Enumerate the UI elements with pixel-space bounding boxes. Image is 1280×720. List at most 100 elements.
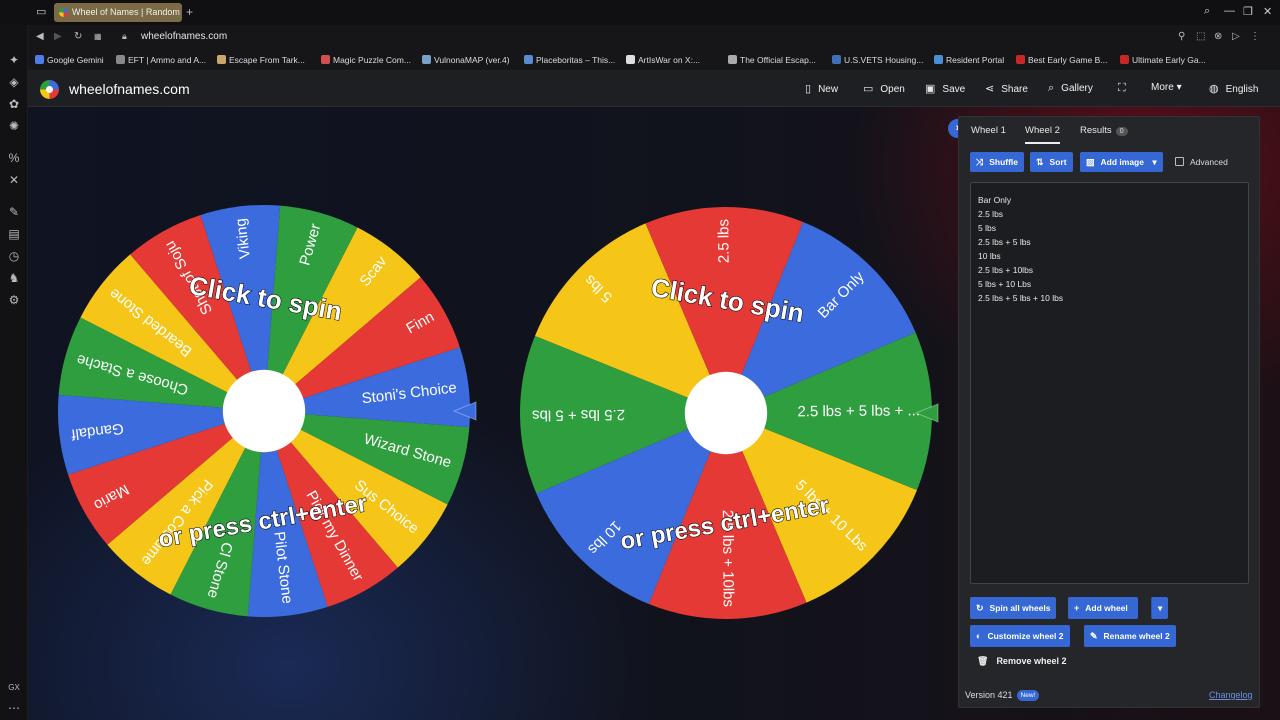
bookmark-item[interactable]: VulnonaMAP (ver.4) (422, 55, 510, 65)
share-button[interactable]: ⋖ Share (985, 82, 1028, 95)
shield-icon[interactable]: ⊗ (1214, 31, 1222, 42)
bookmark-item[interactable]: EFT | Ammo and A... (116, 55, 206, 65)
sort-button[interactable]: ⇅ Sort (1030, 152, 1073, 172)
extension-icon[interactable]: ♞ (6, 270, 22, 286)
split-view-icon[interactable]: ▦ (94, 32, 102, 41)
more-button[interactable]: More ▾ (1151, 82, 1182, 93)
snapshot-icon[interactable]: ⬚ (1196, 31, 1205, 42)
game-icon[interactable]: ✿ (6, 96, 22, 112)
percent-icon[interactable]: % (6, 150, 22, 166)
share-icon: ⋖ (985, 83, 995, 95)
tab-wheel-1[interactable]: Wheel 1 (971, 125, 1006, 136)
browser-tab-strip: ▭ Wheel of Names | Random + ⌕ — ❐ ✕ (0, 0, 1280, 25)
site-logo-icon[interactable] (40, 80, 59, 99)
tab-results[interactable]: Results 0 (1080, 125, 1128, 136)
entry-line: 5 lbs (978, 223, 996, 233)
bookmark-favicon-icon (832, 55, 841, 64)
brush-icon[interactable]: ✎ (6, 204, 22, 220)
entry-line: 5 lbs + 10 Lbs (978, 279, 1032, 289)
clock-icon[interactable]: ◷ (6, 248, 22, 264)
open-button[interactable]: ▭ Open (863, 82, 905, 95)
globe-icon: ◍ (1209, 83, 1219, 95)
bookmark-label: Resident Portal (946, 55, 1005, 65)
language-label: English (1225, 84, 1259, 95)
bookmark-item[interactable]: Escape From Tark... (217, 55, 305, 65)
settings-icon[interactable]: ⚙ (6, 292, 22, 308)
reload-icon[interactable]: ↻ (74, 31, 82, 42)
bookmark-item[interactable]: Placeboritas – This... (524, 55, 615, 65)
save-icon: ▣ (925, 83, 936, 95)
bookmark-item[interactable]: Magic Puzzle Com... (321, 55, 411, 65)
folder-icon: ▭ (863, 83, 874, 95)
save-label: Save (942, 84, 966, 95)
ai-icon[interactable]: ✺ (6, 118, 22, 134)
bookmark-item[interactable]: Resident Portal (934, 55, 1004, 65)
bookmark-favicon-icon (321, 55, 330, 64)
bookmark-item[interactable]: Google Gemini (35, 55, 104, 65)
minimize-icon[interactable]: — (1224, 5, 1235, 17)
entry-line: 2.5 lbs + 5 lbs + 10 lbs (978, 293, 1064, 303)
rename-label: Rename wheel 2 (1103, 631, 1170, 641)
close-window-icon[interactable]: ✕ (1263, 5, 1272, 18)
bookmark-label: Placeboritas – This... (536, 55, 616, 65)
gallery-button[interactable]: ⌕ Gallery (1048, 82, 1093, 95)
entries-textarea[interactable]: Bar Only 2.5 lbs 5 lbs 2.5 lbs + 5 lbs 1… (970, 182, 1249, 584)
forward-icon[interactable]: ▶ (54, 31, 62, 42)
fullscreen-button[interactable]: ⛶ (1118, 82, 1133, 95)
changelog-link[interactable]: Changelog (1209, 690, 1253, 700)
bookmark-item[interactable]: Best Early Game B... (1016, 55, 1107, 65)
fullscreen-icon: ⛶ (1118, 82, 1126, 94)
bookmark-favicon-icon (116, 55, 125, 64)
pencil-icon: ✎ (1090, 631, 1098, 641)
wheel-svg[interactable]: Bar Only2.5 lbs + 5 lbs + ...5 lbs + 10 … (520, 207, 939, 619)
customize-wheel-button[interactable]: ◐ Customize wheel 2 (970, 625, 1070, 647)
x-twitter-icon[interactable]: ✕ (6, 172, 22, 188)
aria-icon[interactable]: ✦ (6, 52, 22, 68)
wheel-center-hub (684, 371, 768, 455)
add-wheel-dropdown[interactable]: ▾ (1151, 597, 1168, 619)
add-image-button[interactable]: ▨ Add image ▾ (1080, 152, 1163, 172)
more-icon[interactable]: ⋯ (6, 700, 22, 716)
advanced-checkbox[interactable]: Advanced (1175, 157, 1228, 167)
crypto-wallet-icon[interactable]: ◈ (6, 74, 22, 90)
site-name[interactable]: wheelofnames.com (69, 81, 190, 97)
new-badge: New! (1016, 690, 1040, 701)
new-tab-icon[interactable]: + (186, 5, 193, 19)
add-wheel-button[interactable]: + Add wheel (1068, 597, 1138, 619)
extensions-icon[interactable]: ⋮ (1250, 31, 1260, 42)
browser-tab-active[interactable]: Wheel of Names | Random (54, 3, 182, 22)
bookmark-item[interactable]: ArtIsWar on X:... (626, 55, 700, 65)
search-tabs-icon[interactable]: ⌕ (1204, 5, 1210, 18)
save-button[interactable]: ▣ Save (925, 82, 965, 95)
entries-panel: Wheel 1 Wheel 2 Results 0 ⤨ Shuffle ⇅ Sort … (958, 116, 1260, 708)
tab-search-icon[interactable]: ▭ (36, 5, 46, 18)
add-image-label: Add image (1100, 157, 1144, 167)
url-field[interactable]: wheelofnames.com (141, 31, 227, 42)
wheel-2[interactable]: Bar Only 2.5 lbs + 5 lbs + ... 5 lbs + 10 … (520, 207, 940, 627)
shuffle-button[interactable]: ⤨ Shuffle (970, 152, 1025, 172)
bookmark-favicon-icon (626, 55, 635, 64)
restore-icon[interactable]: ❐ (1243, 5, 1253, 18)
keyboard-icon[interactable]: ▤ (6, 226, 22, 242)
spin-all-wheels-button[interactable]: ↻ Spin all wheels (970, 597, 1057, 619)
tab-wheel-2[interactable]: Wheel 2 (1025, 125, 1060, 144)
new-button[interactable]: ▯ New (805, 82, 838, 95)
wheel-svg[interactable]: Viking PowerScavFinnStoni's ChoiceWizard … (58, 205, 477, 617)
bookmark-item[interactable]: Ultimate Early Ga... (1120, 55, 1206, 65)
spin-all-label: Spin all wheels (989, 603, 1051, 613)
bookmark-item[interactable]: U.S.VETS Housing... (832, 55, 923, 65)
gallery-label: Gallery (1061, 83, 1093, 94)
bookmark-label: VulnonaMAP (ver.4) (434, 55, 510, 65)
bookmark-icon[interactable]: ⚲ (1178, 31, 1185, 42)
bookmark-item[interactable]: The Official Escap... (728, 55, 816, 65)
bookmark-label: Best Early Game B... (1028, 55, 1108, 65)
rename-wheel-button[interactable]: ✎ Rename wheel 2 (1084, 625, 1176, 647)
remove-wheel-button[interactable]: 🗑︎ Remove wheel 2 (977, 656, 1066, 667)
play-icon[interactable]: ▷ (1232, 31, 1240, 42)
back-icon[interactable]: ◀ (36, 31, 44, 42)
gx-icon[interactable]: GX (6, 680, 22, 696)
open-label: Open (880, 84, 905, 95)
share-label: Share (1001, 84, 1028, 95)
language-button[interactable]: ◍ English (1209, 82, 1258, 95)
wheel-1[interactable]: Viking Power Scav Finn Stoni's Choice Wizard … (58, 205, 478, 625)
